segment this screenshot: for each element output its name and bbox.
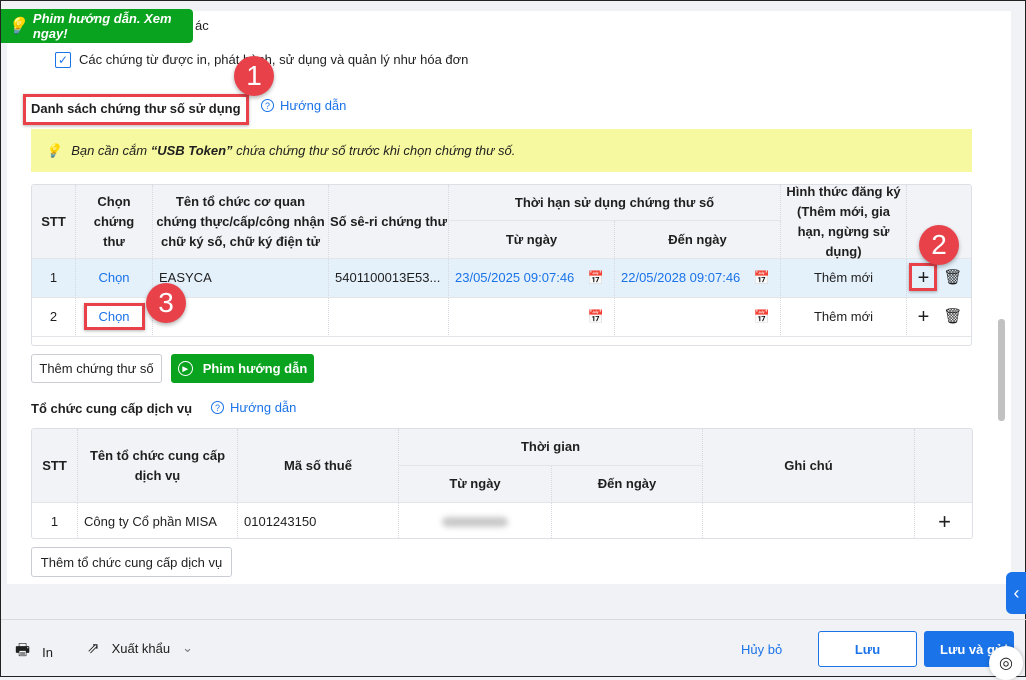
- provider-section-title: Tổ chức cung cấp dịch vụ: [31, 401, 193, 416]
- footer-divider: [1, 619, 1026, 620]
- from-date-field[interactable]: 📅: [449, 298, 615, 337]
- checkbox-label: Các chứng từ được in, phát hành, sử dụng…: [79, 52, 469, 67]
- to-date-field[interactable]: 22/05/2028 09:07:46 📅: [615, 259, 781, 298]
- header-from: Từ ngày: [399, 466, 552, 503]
- to-date-field[interactable]: 📅: [615, 298, 781, 337]
- calendar-icon[interactable]: 📅: [754, 268, 770, 288]
- play-circle-icon: ▶: [177, 361, 193, 376]
- print-button[interactable]: 🖶 In: [15, 639, 53, 666]
- scrollbar-thumb[interactable]: [998, 319, 1005, 421]
- help-label: Hướng dẫn: [280, 98, 347, 113]
- notice-text-end: chứa chứng thư số trước khi chọn chứng t…: [232, 143, 516, 158]
- export-icon: ⇗: [87, 640, 100, 657]
- invoice-like-checkbox[interactable]: ✓: [55, 52, 71, 68]
- printer-icon: 🖶: [15, 642, 31, 659]
- to-date: 22/05/2028 09:07:46: [621, 270, 741, 285]
- video-guide-tooltip[interactable]: 💡 Phim hướng dẫn. Xem ngay!: [1, 9, 193, 43]
- cert-help-link[interactable]: ? Hướng dẫn: [261, 98, 346, 113]
- header-tax: Mã số thuế: [238, 429, 399, 503]
- cancel-button[interactable]: Hủy bỏ: [741, 642, 782, 657]
- header-actions: [915, 429, 972, 503]
- row-type: Thêm mới: [781, 298, 907, 337]
- choose-cert-link[interactable]: Chọn: [76, 259, 153, 298]
- header-stt: STT: [32, 429, 78, 503]
- step-badge-2: 2: [919, 225, 959, 265]
- add-provider-button[interactable]: Thêm tổ chức cung cấp dịch vụ: [31, 547, 232, 577]
- plus-icon[interactable]: +: [918, 307, 930, 327]
- row-type: Thêm mới: [781, 259, 907, 298]
- header-note: Ghi chú: [703, 429, 915, 503]
- row-serial: [329, 298, 449, 337]
- provider-table: STT Tên tổ chức cung cấp dịch vụ Mã số t…: [31, 428, 973, 539]
- chevron-left-icon: ‹: [1013, 582, 1020, 603]
- header-period: Thời hạn sử dụng chứng thư số: [449, 185, 781, 221]
- step-badge-3: 3: [146, 283, 186, 323]
- add-cert-button[interactable]: Thêm chứng thư số: [31, 354, 162, 383]
- export-label: Xuất khẩu: [111, 640, 171, 656]
- row-stt: 2: [32, 298, 76, 337]
- row-serial: 5401100013E53...: [329, 259, 449, 298]
- save-button[interactable]: Lưu: [818, 631, 917, 667]
- partial-label: ác: [195, 18, 209, 33]
- header-from: Từ ngày: [449, 221, 615, 259]
- help-circle-icon: ?: [261, 99, 274, 112]
- header-type: Hình thức đăng ký (Thêm mới, gia hạn, ng…: [781, 185, 907, 259]
- cert-section-title: Danh sách chứng thư số sử dụng: [31, 101, 241, 116]
- plus-icon[interactable]: +: [915, 503, 972, 538]
- collapse-panel-button[interactable]: ‹: [1006, 572, 1026, 614]
- video-label: Phim hướng dẫn: [202, 361, 308, 376]
- table-row: 1 Công ty Cổ phần MISA 0101243150 +: [32, 503, 972, 538]
- header-to: Đến ngày: [615, 221, 781, 259]
- row-tax: 0101243150: [238, 503, 399, 538]
- from-date: 23/05/2025 09:07:46: [455, 270, 575, 285]
- header-name: Tên tổ chức cung cấp dịch vụ: [78, 429, 238, 503]
- trash-icon[interactable]: 🗑: [943, 268, 962, 288]
- to-date-field[interactable]: [552, 503, 703, 538]
- notice-text: Bạn cần cắm: [71, 143, 151, 158]
- header-stt: STT: [32, 185, 76, 259]
- usb-token-notice: 💡 Bạn cần cắm “USB Token” chứa chứng thư…: [31, 129, 972, 172]
- row-name: Công ty Cổ phần MISA: [78, 503, 238, 538]
- notice-bold: “USB Token”: [150, 143, 233, 158]
- lightbulb-icon: 💡: [45, 142, 62, 158]
- header-to: Đến ngày: [552, 466, 703, 503]
- assistant-icon[interactable]: ◎: [989, 646, 1023, 680]
- row-stt: 1: [32, 259, 76, 298]
- step-badge-1: 1: [234, 56, 274, 96]
- header-org: Tên tổ chức cơ quan chứng thực/cấp/công …: [153, 185, 329, 259]
- blurred-date: [442, 516, 508, 527]
- header-choose: Chọn chứng thư: [76, 185, 153, 259]
- from-date-field[interactable]: [399, 503, 552, 538]
- from-date-field[interactable]: 23/05/2025 09:07:46 📅: [449, 259, 615, 298]
- video-guide-button[interactable]: ▶ Phim hướng dẫn: [171, 354, 314, 383]
- calendar-icon[interactable]: 📅: [588, 268, 604, 288]
- tooltip-text: Phim hướng dẫn. Xem ngay!: [32, 11, 172, 41]
- chevron-down-icon: ⌄: [182, 640, 194, 655]
- header-serial: Số sê-ri chứng thư: [329, 185, 449, 259]
- export-button[interactable]: ⇗ Xuất khẩu ⌄: [87, 639, 193, 657]
- lightbulb-icon: 💡: [7, 18, 27, 35]
- calendar-icon[interactable]: 📅: [588, 307, 604, 327]
- row-stt: 1: [32, 503, 78, 538]
- help-label: Hướng dẫn: [230, 400, 297, 415]
- header-time: Thời gian: [399, 429, 703, 466]
- print-label: In: [42, 645, 53, 660]
- row-actions: + 🗑: [907, 298, 971, 337]
- calendar-icon[interactable]: 📅: [754, 307, 770, 327]
- help-circle-icon: ?: [211, 401, 224, 414]
- trash-icon[interactable]: 🗑: [943, 307, 962, 327]
- note-field[interactable]: [703, 503, 915, 538]
- provider-help-link[interactable]: ? Hướng dẫn: [211, 400, 296, 415]
